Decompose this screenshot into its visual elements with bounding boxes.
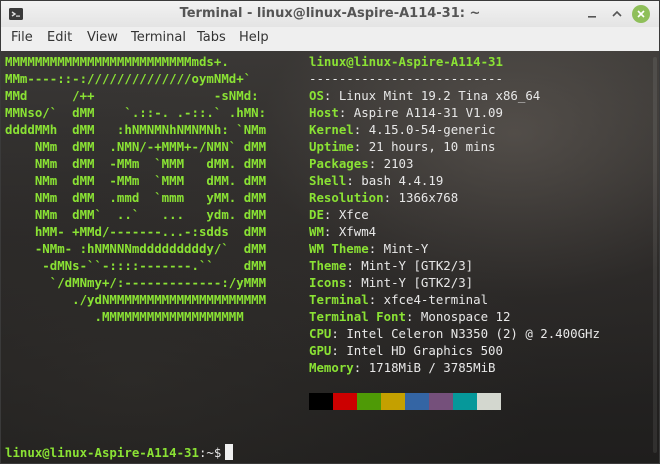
menu-view[interactable]: View <box>87 30 118 45</box>
prompt-path: :~$ <box>198 445 222 460</box>
prompt-user-host: linux@linux-Aspire-A114-31 <box>5 445 199 460</box>
color-swatch <box>381 393 405 410</box>
color-swatch <box>405 393 429 410</box>
color-swatch <box>477 393 501 410</box>
close-icon <box>637 10 645 18</box>
title-bar[interactable]: Terminal - linux@linux-Aspire-A114-31: ~ <box>1 1 659 28</box>
logo-line: hMM- +MMd/-------...-:sdds dMM <box>5 224 267 239</box>
logo-line: `/dMNmy+/:-------------:/yMMM <box>5 275 267 290</box>
logo-line: NMm dMM` ..` ... ydm. dMM <box>5 207 267 222</box>
info-row-terminal: Terminal: xfce4-terminal <box>309 292 489 307</box>
logo-line: -dMNs-``-::::-------.`` dMM <box>5 258 267 273</box>
color-swatch <box>309 393 333 410</box>
terminal-window: Terminal - linux@linux-Aspire-A114-31: ~… <box>0 0 660 464</box>
logo-line: MMd /++ -sNMd: <box>5 88 259 103</box>
logo-line: ./ydNMMMMMMMMMMMMMMMMMMMMM <box>5 292 267 307</box>
logo-line: NMm dMM -MMm `MMM dMM. dMM <box>5 173 267 188</box>
color-swatch <box>429 393 453 410</box>
info-row-shell: Shell: bash 4.4.19 <box>309 173 444 188</box>
menu-help[interactable]: Help <box>239 30 269 45</box>
info-row-gpu: GPU: Intel HD Graphics 500 <box>309 343 503 358</box>
header-separator: -------------------------- <box>309 71 503 86</box>
info-row-kernel: Kernel: 4.15.0-54-generic <box>309 122 496 137</box>
info-row-terminal-font: Terminal Font: Monospace 12 <box>309 309 511 324</box>
menu-file[interactable]: File <box>11 30 33 45</box>
logo-line: MMm----::-://////////////oymNMd+` <box>5 71 252 86</box>
command-prompt[interactable]: linux@linux-Aspire-A114-31:~$ <box>5 444 234 461</box>
logo-line: -NMm- :hNMNNNmdddddddddy/` dMM <box>5 241 267 256</box>
info-row-memory: Memory: 1718MiB / 3785MiB <box>309 360 496 375</box>
info-row-host: Host: Aspire A114-31 V1.09 <box>309 105 503 120</box>
menu-tabs[interactable]: Tabs <box>197 30 226 45</box>
user-host-header: linux@linux-Aspire-A114-31 <box>309 54 503 69</box>
info-row-cpu: CPU: Intel Celeron N3350 (2) @ 2.400GHz <box>309 326 600 341</box>
logo-line: MMNso/` dMM `.::-. .-::.` .hMN: <box>5 105 267 120</box>
info-row-resolution: Resolution: 1366x768 <box>309 190 459 205</box>
window-title: Terminal - linux@linux-Aspire-A114-31: ~ <box>179 6 481 21</box>
maximize-button[interactable] <box>608 5 626 23</box>
logo-line: NMm dMM .mmd `mmm yMM. dMM <box>5 190 267 205</box>
menu-bar: File Edit View Terminal Tabs Help <box>1 27 659 52</box>
logo-line: .MMMMMMMMMMMMMMMMMMM <box>5 309 244 324</box>
menu-edit[interactable]: Edit <box>47 30 72 45</box>
info-row-os: OS: Linux Mint 19.2 Tina x86_64 <box>309 88 541 103</box>
info-row-wm-theme: WM Theme: Mint-Y <box>309 241 429 256</box>
minimize-button[interactable] <box>583 5 601 23</box>
color-swatch <box>357 393 381 410</box>
logo-line: NMm dMM .NMN/-+MMM+-/NMN` dMM <box>5 139 267 154</box>
terminal-output[interactable]: MMMMMMMMMMMMMMMMMMMMMMMMMmds+. MMm----::… <box>1 51 659 463</box>
info-row-icons: Icons: Mint-Y [GTK2/3] <box>309 275 474 290</box>
info-row-theme: Theme: Mint-Y [GTK2/3] <box>309 258 474 273</box>
close-button[interactable] <box>632 5 650 23</box>
logo-line: ddddMMh dMM :hNMNMNhNMNMNh: `NMm <box>5 122 267 137</box>
info-row-de: DE: Xfce <box>309 207 369 222</box>
info-row-wm: WM: Xfwm4 <box>309 224 377 239</box>
logo-line: NMm dMM -MMm `MMM dMM. dMM <box>5 156 267 171</box>
info-row-uptime: Uptime: 21 hours, 10 mins <box>309 139 496 154</box>
logo-line: MMMMMMMMMMMMMMMMMMMMMMMMMmds+. <box>5 54 229 69</box>
color-swatch <box>333 393 357 410</box>
scrollbar[interactable] <box>653 57 657 453</box>
color-swatch <box>453 393 477 410</box>
menu-terminal[interactable]: Terminal <box>131 30 186 45</box>
info-row-packages: Packages: 2103 <box>309 156 414 171</box>
text-cursor <box>225 444 234 460</box>
